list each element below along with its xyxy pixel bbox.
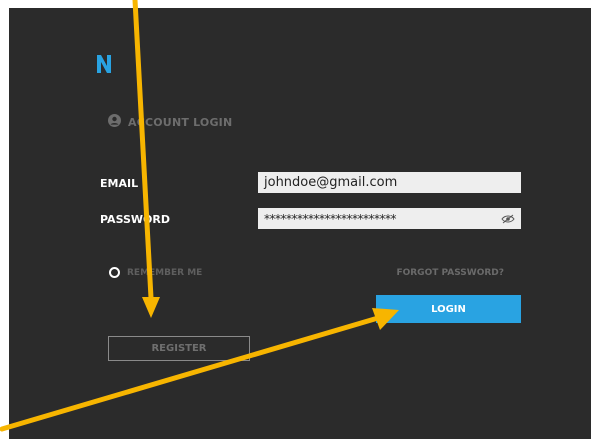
heading-text: ACCOUNT LOGIN (128, 115, 233, 129)
password-label: PASSWORD (100, 213, 171, 226)
password-value: ************************ (264, 211, 397, 226)
remember-me-toggle[interactable]: REMEMBER ME (109, 267, 202, 278)
eye-slash-icon[interactable] (501, 213, 515, 227)
email-value: johndoe@gmail.com (264, 175, 398, 190)
account-login-heading: ACCOUNT LOGIN (108, 114, 232, 130)
email-field[interactable]: johndoe@gmail.com (258, 172, 521, 193)
login-button[interactable]: LOGIN (376, 295, 521, 323)
register-button[interactable]: REGISTER (108, 336, 250, 361)
password-field[interactable]: ************************ (258, 208, 521, 229)
user-icon (108, 114, 121, 130)
brand-logo-icon (96, 54, 112, 78)
radio-icon[interactable] (109, 267, 120, 278)
remember-label: REMEMBER ME (127, 267, 203, 278)
forgot-password-link[interactable]: FORGOT PASSWORD? (304, 268, 504, 278)
email-label: EMAIL (100, 177, 139, 190)
login-screen: ACCOUNT LOGIN EMAIL johndoe@gmail.com PA… (9, 8, 591, 439)
